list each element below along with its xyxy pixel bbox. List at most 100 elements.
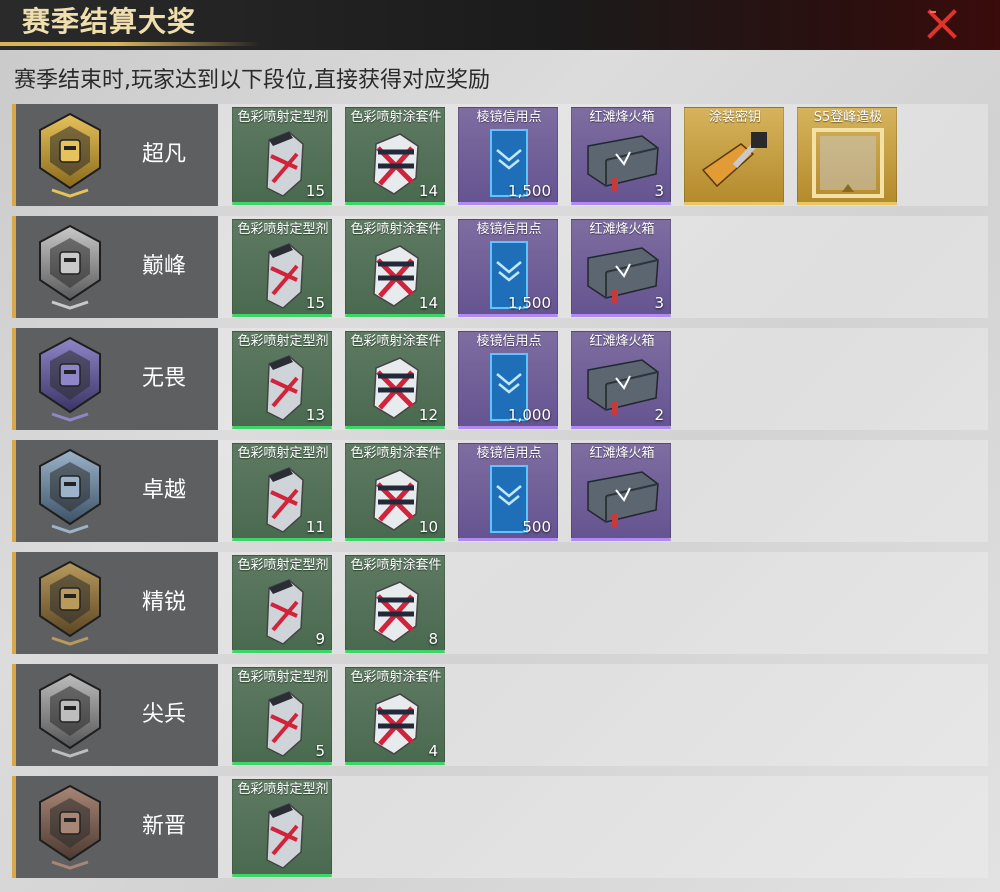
subtitle: 赛季结束时,玩家达到以下段位,直接获得对应奖励 bbox=[14, 68, 490, 93]
reward-count: 13 bbox=[305, 406, 325, 424]
rank-cell: 精锐 bbox=[12, 552, 218, 654]
reward-label: 色彩喷射涂套件 bbox=[350, 334, 442, 349]
rank-name: 超凡 bbox=[142, 142, 187, 167]
reward-label: 色彩喷射涂套件 bbox=[350, 222, 442, 237]
rank-medal-icon bbox=[34, 782, 106, 872]
reward-item[interactable]: 棱镜信用点 500 bbox=[458, 443, 558, 541]
spray-kit-icon bbox=[356, 574, 436, 648]
tier-row: 新晋 色彩喷射定型剂 bbox=[12, 776, 988, 878]
reward-item[interactable]: 色彩喷射定型剂 11 bbox=[232, 443, 332, 541]
reward-label: 红滩烽火箱 bbox=[589, 446, 655, 461]
reward-label: 棱镜信用点 bbox=[476, 222, 542, 237]
tier-row: 尖兵 色彩喷射定型剂 5 色彩喷射涂套件 4 bbox=[12, 664, 988, 766]
crate-icon bbox=[582, 238, 662, 312]
tier-row: 无畏 色彩喷射定型剂 13 色彩喷射涂套件 12 棱镜信用点 1,000 红滩烽火箱 2 bbox=[12, 328, 988, 430]
rank-cell: 卓越 bbox=[12, 440, 218, 542]
reward-item[interactable]: 色彩喷射涂套件 4 bbox=[345, 667, 445, 765]
reward-count: 1,000 bbox=[508, 406, 551, 424]
reward-count: 8 bbox=[428, 630, 438, 648]
reward-count: 3 bbox=[654, 294, 664, 312]
reward-item[interactable]: 棱镜信用点 1,000 bbox=[458, 331, 558, 429]
reward-item[interactable]: 色彩喷射涂套件 12 bbox=[345, 331, 445, 429]
reward-item[interactable]: 红滩烽火箱 3 bbox=[571, 219, 671, 317]
reward-count: 1,500 bbox=[508, 182, 551, 200]
rank-cell: 巅峰 bbox=[12, 216, 218, 318]
tier-row: 卓越 色彩喷射定型剂 11 色彩喷射涂套件 10 棱镜信用点 500 红滩烽火箱 bbox=[12, 440, 988, 542]
tier-row: 巅峰 色彩喷射定型剂 15 色彩喷射涂套件 14 棱镜信用点 1,500 红滩烽火箱 3 bbox=[12, 216, 988, 318]
spray-can-icon bbox=[243, 574, 323, 648]
reward-item[interactable]: 红滩烽火箱 2 bbox=[571, 331, 671, 429]
reward-item[interactable]: 红滩烽火箱 bbox=[571, 443, 671, 541]
reward-item[interactable]: S5登峰造极 bbox=[797, 107, 897, 205]
spray-can-icon bbox=[243, 798, 323, 872]
reward-label: 红滩烽火箱 bbox=[589, 110, 655, 125]
rank-name: 卓越 bbox=[142, 478, 187, 503]
reward-item[interactable]: 棱镜信用点 1,500 bbox=[458, 107, 558, 205]
reward-item[interactable]: 红滩烽火箱 3 bbox=[571, 107, 671, 205]
reward-item[interactable]: 色彩喷射定型剂 13 bbox=[232, 331, 332, 429]
reward-label: 色彩喷射定型剂 bbox=[237, 670, 329, 685]
reward-count: 4 bbox=[428, 742, 438, 760]
rank-medal-icon bbox=[34, 558, 106, 648]
rank-accent-bar bbox=[12, 552, 16, 654]
reward-item[interactable]: 色彩喷射涂套件 8 bbox=[345, 555, 445, 653]
reward-count: 500 bbox=[522, 518, 551, 536]
reward-item[interactable]: 色彩喷射定型剂 5 bbox=[232, 667, 332, 765]
frame-icon bbox=[808, 126, 888, 200]
rank-accent-bar bbox=[12, 104, 16, 206]
rank-accent-bar bbox=[12, 216, 16, 318]
rank-accent-bar bbox=[12, 776, 16, 878]
reward-label: 色彩喷射定型剂 bbox=[237, 334, 329, 349]
close-button[interactable] bbox=[918, 4, 966, 44]
reward-label: 红滩烽火箱 bbox=[589, 334, 655, 349]
reward-label: 棱镜信用点 bbox=[476, 110, 542, 125]
rank-accent-bar bbox=[12, 328, 16, 430]
reward-count: 15 bbox=[305, 182, 325, 200]
reward-label: 色彩喷射涂套件 bbox=[350, 446, 442, 461]
reward-item[interactable]: 色彩喷射定型剂 bbox=[232, 779, 332, 877]
tier-row: 精锐 色彩喷射定型剂 9 色彩喷射涂套件 8 bbox=[12, 552, 988, 654]
reward-count: 9 bbox=[315, 630, 325, 648]
rank-medal-icon bbox=[34, 334, 106, 424]
spray-kit-icon bbox=[356, 686, 436, 760]
rank-cell: 尖兵 bbox=[12, 664, 218, 766]
rank-accent-bar bbox=[12, 664, 16, 766]
crate-icon bbox=[582, 350, 662, 424]
reward-count: 5 bbox=[315, 742, 325, 760]
reward-label: 色彩喷射定型剂 bbox=[237, 558, 329, 573]
reward-label: 色彩喷射定型剂 bbox=[237, 110, 329, 125]
rank-cell: 超凡 bbox=[12, 104, 218, 206]
reward-count: 1,500 bbox=[508, 294, 551, 312]
reward-item[interactable]: 涂装密钥 bbox=[684, 107, 784, 205]
reward-label: 涂装密钥 bbox=[708, 110, 761, 125]
reward-item[interactable]: 棱镜信用点 1,500 bbox=[458, 219, 558, 317]
rank-medal-icon bbox=[34, 446, 106, 536]
reward-item[interactable]: 色彩喷射涂套件 14 bbox=[345, 107, 445, 205]
spray-can-icon bbox=[243, 686, 323, 760]
reward-item[interactable]: 色彩喷射涂套件 10 bbox=[345, 443, 445, 541]
reward-label: 色彩喷射涂套件 bbox=[350, 670, 442, 685]
reward-item[interactable]: 色彩喷射涂套件 14 bbox=[345, 219, 445, 317]
rank-name: 精锐 bbox=[142, 590, 187, 615]
reward-count: 14 bbox=[418, 182, 438, 200]
rank-medal-icon bbox=[34, 670, 106, 760]
reward-count: 14 bbox=[418, 294, 438, 312]
reward-item[interactable]: 色彩喷射定型剂 15 bbox=[232, 107, 332, 205]
reward-item[interactable]: 色彩喷射定型剂 9 bbox=[232, 555, 332, 653]
rank-medal-icon bbox=[34, 110, 106, 200]
reward-count: 15 bbox=[305, 294, 325, 312]
crate-icon bbox=[582, 462, 662, 536]
title-underline bbox=[0, 42, 260, 46]
rank-cell: 无畏 bbox=[12, 328, 218, 430]
rank-name: 尖兵 bbox=[142, 702, 187, 727]
reward-label: 色彩喷射定型剂 bbox=[237, 222, 329, 237]
crate-icon bbox=[582, 126, 662, 200]
reward-label: 色彩喷射定型剂 bbox=[237, 446, 329, 461]
rank-name: 新晋 bbox=[142, 814, 187, 839]
rank-name: 巅峰 bbox=[142, 254, 187, 279]
reward-count: 12 bbox=[418, 406, 438, 424]
reward-item[interactable]: 色彩喷射定型剂 15 bbox=[232, 219, 332, 317]
reward-label: S5登峰造极 bbox=[813, 110, 883, 125]
reward-label: 色彩喷射涂套件 bbox=[350, 558, 442, 573]
reward-label: 红滩烽火箱 bbox=[589, 222, 655, 237]
